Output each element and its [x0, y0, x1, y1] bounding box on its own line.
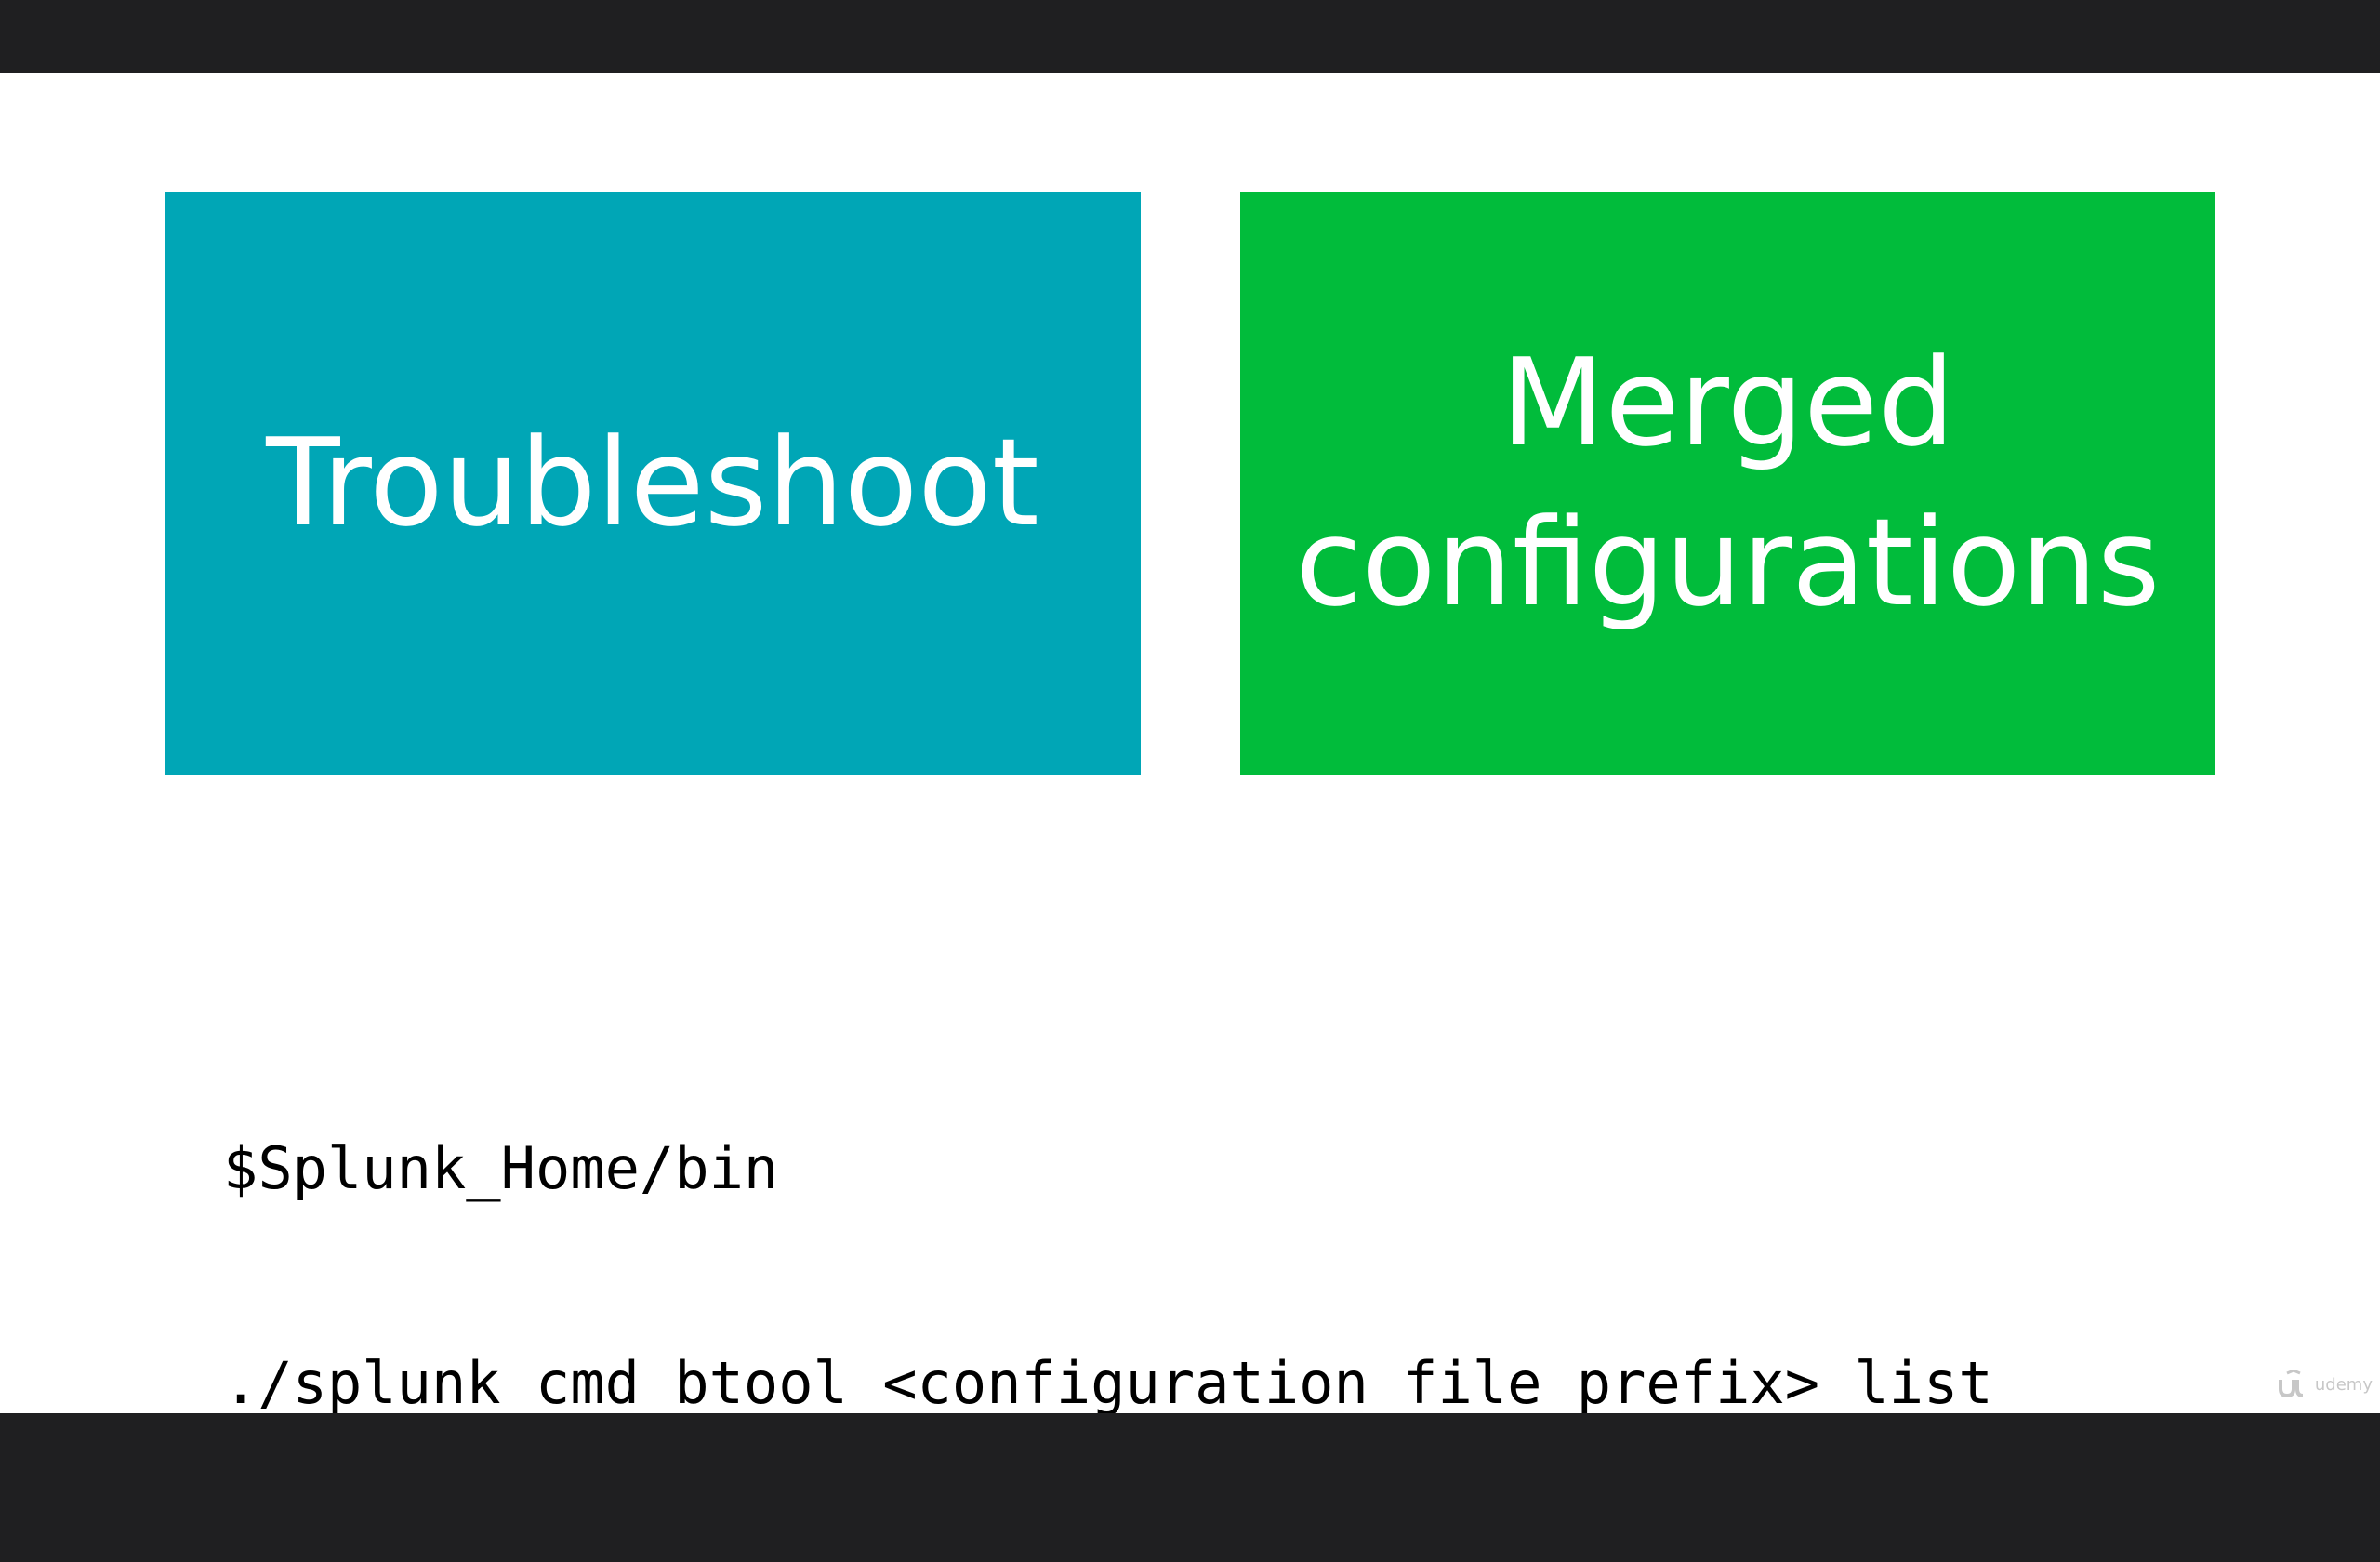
video-top-bar: [0, 0, 2380, 73]
merged-configurations-tile: Merged configurations: [1240, 192, 2215, 775]
udemy-watermark-text: udemy: [2314, 1374, 2373, 1395]
troubleshoot-tile: Troubleshoot: [165, 192, 1141, 775]
troubleshoot-label: Troubleshoot: [266, 412, 1039, 554]
slide: Troubleshoot Merged configurations $Splu…: [0, 73, 2380, 1417]
btool-command-line: ./splunk cmd btool <configuration file p…: [223, 1349, 1993, 1417]
merged-configurations-label: Merged configurations: [1295, 332, 2161, 633]
video-bottom-bar: [0, 1413, 2380, 1488]
udemy-watermark: udemy: [2278, 1370, 2373, 1398]
splunk-home-path-line: $Splunk_Home/bin: [223, 1134, 779, 1202]
udemy-logo-icon: [2278, 1370, 2304, 1398]
